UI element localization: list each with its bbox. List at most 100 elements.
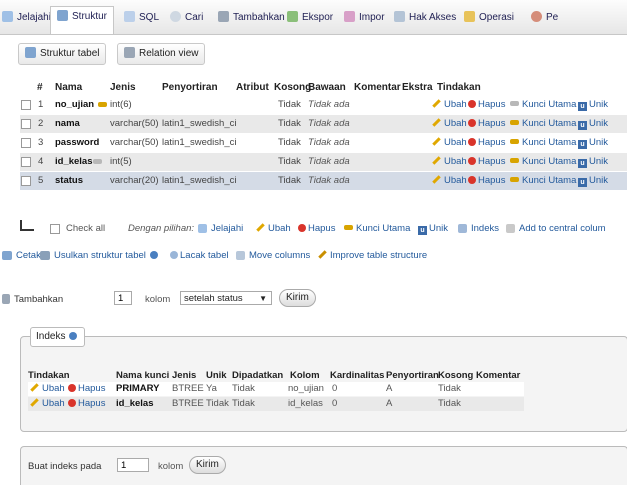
drop-link[interactable]: Hapus [468, 137, 505, 148]
drop-icon [468, 157, 476, 165]
subtab-table-structure[interactable]: Struktur tabel [18, 43, 107, 65]
check-all-label[interactable]: Check all [66, 223, 105, 234]
primary-link[interactable]: Kunci Utama [510, 156, 576, 167]
drop-link[interactable]: Hapus [468, 175, 505, 186]
pencil-icon [30, 398, 39, 407]
index-edit-link[interactable]: Ubah [30, 398, 65, 409]
row-checkbox[interactable] [21, 119, 31, 129]
bulk-unique-button[interactable]: u Unik [418, 223, 448, 235]
edit-link[interactable]: Ubah [432, 175, 467, 186]
unique-link[interactable]: u Unik [578, 156, 608, 168]
help-icon[interactable] [149, 251, 158, 259]
key-icon [510, 177, 519, 182]
tab-tracking[interactable]: Pe [531, 10, 558, 26]
col-header-default[interactable]: Bawaan [308, 82, 346, 93]
col-header-null[interactable]: Kosong [274, 82, 311, 93]
subtab-relation-view[interactable]: Relation view [117, 43, 206, 65]
index-drop-link[interactable]: Hapus [68, 383, 105, 394]
row-checkbox[interactable] [21, 138, 31, 148]
row-checkbox[interactable] [21, 100, 31, 110]
pencil-icon [432, 137, 441, 146]
drop-icon [468, 100, 476, 108]
index-header-action: Tindakan [28, 370, 70, 381]
bulk-primary-button[interactable]: Kunci Utama [344, 223, 410, 234]
drop-icon [298, 224, 306, 232]
create-index-panel [20, 446, 627, 485]
add-column-position-select[interactable]: setelah status ▼ [180, 291, 272, 305]
col-header-extra[interactable]: Ekstra [402, 82, 433, 93]
unique-link[interactable]: u Unik [578, 118, 608, 130]
track-icon [170, 251, 178, 259]
privileges-icon [394, 11, 405, 22]
relation-icon [124, 47, 135, 58]
improve-structure-link[interactable]: Improve table structure [318, 250, 427, 261]
pencil-icon [30, 383, 39, 392]
unique-link[interactable]: u Unik [578, 175, 608, 187]
col-header-attributes[interactable]: Atribut [236, 82, 269, 93]
add-column-count-input[interactable] [114, 291, 132, 305]
index-row[interactable]: Ubah Hapus PRIMARY BTREE Ya Tidak no_uji… [28, 382, 524, 396]
row-checkbox[interactable] [21, 157, 31, 167]
tab-structure[interactable]: Struktur [50, 6, 115, 34]
move-columns-link[interactable]: Move columns [236, 250, 310, 261]
tab-export[interactable]: Ekspor [287, 10, 333, 26]
drop-link[interactable]: Hapus [468, 156, 505, 167]
print-link[interactable]: Cetak [2, 250, 41, 261]
unique-link[interactable]: u Unik [578, 99, 608, 111]
row-checkbox[interactable] [21, 176, 31, 186]
pencil-icon [432, 156, 441, 165]
propose-structure-link[interactable]: Usulkan struktur tabel [40, 250, 160, 261]
primary-link[interactable]: Kunci Utama [510, 137, 576, 148]
col-header-type[interactable]: Jenis [110, 82, 136, 93]
track-table-link[interactable]: Lacak tabel [170, 250, 229, 261]
primary-link[interactable]: Kunci Utama [510, 99, 576, 110]
tab-search[interactable]: Cari [170, 10, 203, 26]
check-all-checkbox[interactable] [50, 224, 60, 234]
add-column-label: Tambahkan [2, 294, 63, 305]
export-icon [287, 11, 298, 22]
with-selected-label: Dengan pilihan: [128, 223, 195, 234]
edit-link[interactable]: Ubah [432, 137, 467, 148]
drop-link[interactable]: Hapus [468, 118, 505, 129]
tab-insert[interactable]: Tambahkan [218, 10, 285, 26]
unique-link[interactable]: u Unik [578, 137, 608, 149]
table-row[interactable]: 5 status varchar(20) latin1_swedish_ci T… [20, 171, 627, 190]
index-header-keyname: Nama kunci [116, 370, 170, 381]
tab-operations[interactable]: Operasi [464, 10, 514, 26]
bulk-edit-button[interactable]: Ubah [256, 223, 291, 234]
edit-link[interactable]: Ubah [432, 156, 467, 167]
help-icon[interactable] [69, 332, 78, 340]
print-icon [2, 251, 12, 260]
bulk-index-button[interactable]: Indeks [458, 223, 499, 234]
col-header-name[interactable]: Nama [55, 82, 82, 93]
drop-icon [68, 384, 76, 392]
table-row[interactable]: 4 id_kelas int(5) Tidak Tidak ada Ubah H… [20, 152, 627, 171]
sql-icon [124, 11, 135, 22]
col-header-collation[interactable]: Penyortiran [162, 82, 218, 93]
tab-sql[interactable]: SQL [124, 10, 159, 26]
tab-privileges[interactable]: Hak Akses [394, 10, 456, 26]
primary-link[interactable]: Kunci Utama [510, 175, 576, 186]
create-index-count-input[interactable] [117, 458, 149, 472]
create-index-submit-button[interactable]: Kirim [189, 456, 226, 474]
add-column-submit-button[interactable]: Kirim [279, 289, 316, 307]
index-row[interactable]: Ubah Hapus id_kelas BTREE Tidak Tidak id… [28, 397, 524, 411]
bulk-drop-button[interactable]: Hapus [298, 223, 335, 234]
tab-import[interactable]: Impor [344, 10, 385, 26]
edit-link[interactable]: Ubah [432, 99, 467, 110]
table-row[interactable]: 3 password varchar(50) latin1_swedish_ci… [20, 133, 627, 152]
tab-browse[interactable]: Jelajahi [2, 10, 51, 26]
primary-link[interactable]: Kunci Utama [510, 118, 576, 129]
index-drop-link[interactable]: Hapus [68, 398, 105, 409]
edit-link[interactable]: Ubah [432, 118, 467, 129]
key-icon [510, 101, 519, 106]
index-edit-link[interactable]: Ubah [30, 383, 65, 394]
index-header-type: Jenis [172, 370, 197, 381]
index-header-packed: Dipadatkan [232, 370, 284, 381]
drop-link[interactable]: Hapus [468, 99, 505, 110]
table-row[interactable]: 1 no_ujian int(6) Tidak Tidak ada Ubah H… [20, 95, 627, 114]
bulk-browse-button[interactable]: Jelajahi [198, 223, 243, 234]
bulk-central-columns-button[interactable]: Add to central colum [506, 223, 606, 234]
col-header-comments[interactable]: Komentar [354, 82, 401, 93]
table-row[interactable]: 2 nama varchar(50) latin1_swedish_ci Tid… [20, 114, 627, 133]
